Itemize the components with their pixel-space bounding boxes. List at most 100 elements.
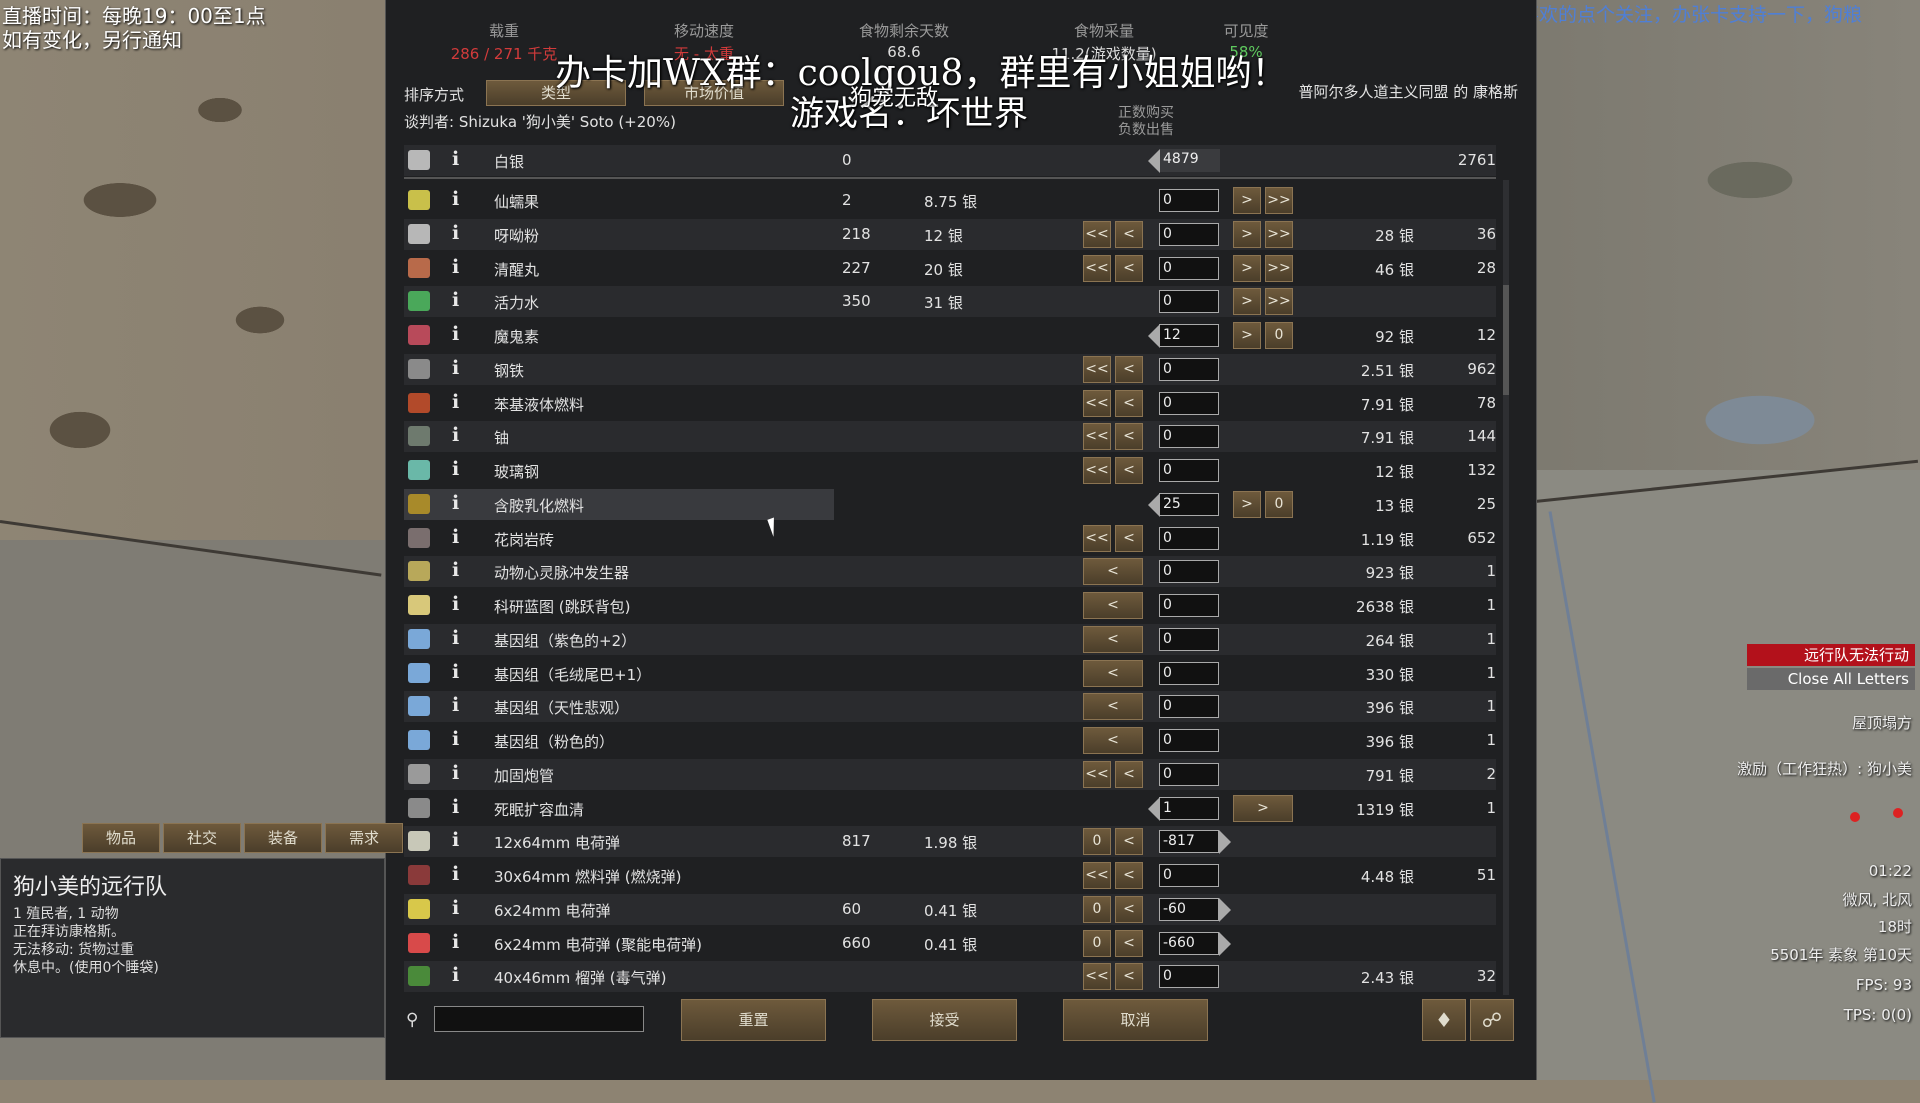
item-name: 基因组（天性悲观） [494, 699, 630, 718]
buy-one-button[interactable]: > [1233, 187, 1261, 214]
info-icon[interactable]: i [452, 762, 459, 784]
caravan-line1: 1 殖民者, 1 动物 [13, 906, 119, 922]
search-icon: ⚲ [406, 1010, 419, 1030]
trader-price: 28 银 [1375, 226, 1414, 245]
quantity-field[interactable]: -660 [1159, 931, 1219, 955]
trader-qty: 1 [1486, 798, 1496, 817]
info-icon[interactable]: i [452, 694, 459, 716]
sell-all-button[interactable]: 0 [1083, 929, 1111, 957]
item-icon [408, 426, 430, 447]
trader-price: 2.51 银 [1360, 361, 1414, 380]
info-icon[interactable]: i [452, 829, 459, 851]
buy-all-button[interactable]: >> [1265, 288, 1293, 316]
info-icon[interactable]: i [452, 458, 459, 480]
trade-row: i 清醒丸 227 20 银 << <0 > >> 46 银 28 [404, 253, 1496, 284]
info-icon[interactable]: i [452, 559, 459, 581]
reset-button[interactable]: 重置 [681, 999, 826, 1041]
scrollbar-thumb[interactable] [1503, 285, 1509, 395]
item-icon [408, 527, 430, 548]
quantity-field[interactable]: 0 [1159, 189, 1219, 212]
sell-all-button[interactable]: 0 [1083, 895, 1111, 923]
buy-all-button[interactable]: >> [1265, 187, 1293, 214]
item-count: 0 [842, 151, 852, 169]
info-icon[interactable]: i [452, 661, 459, 683]
info-icon[interactable]: i [452, 796, 459, 818]
trade-row: i 基因组（毛绒尾巴+1） <0 330 银1 [404, 658, 1496, 689]
item-icon [408, 561, 430, 582]
negotiator-label: 谈判者: Shizuka '狗小美' Soto (+20%) [404, 113, 676, 131]
scrollbar-track[interactable] [1503, 180, 1509, 995]
quantity-field[interactable]: -817 [1159, 830, 1219, 854]
trade-cart-icon[interactable]: ☍ [1470, 999, 1514, 1041]
info-icon[interactable]: i [452, 931, 459, 953]
inspiration-letter[interactable]: 激励（工作狂热）: 狗小美 [1737, 758, 1912, 779]
caravan-tab[interactable]: 装备 [244, 823, 322, 853]
info-icon[interactable]: i [452, 357, 459, 379]
search-input[interactable] [434, 1006, 644, 1032]
map-marker-icon [1893, 808, 1903, 818]
date: 5501年 素象 第10天 [1770, 946, 1912, 964]
trade-row: i 12x64mm 电荷弹 817 1.98 银 0 < -817 [404, 826, 1496, 858]
item-icon [408, 797, 430, 818]
item-count: 60 [842, 899, 862, 918]
trader-price: 46 银 [1375, 260, 1414, 279]
stat-label: 食物剩余天数 [858, 22, 949, 40]
info-icon[interactable]: i [452, 863, 459, 885]
item-name: 呀呦粉 [494, 226, 540, 245]
trade-row: i 基因组（天性悲观） <0 396 银1 [404, 691, 1496, 723]
info-icon[interactable]: i [452, 289, 459, 311]
info-icon[interactable]: i [452, 424, 459, 446]
gift-icon[interactable]: ♦ [1422, 999, 1466, 1041]
info-icon[interactable]: i [452, 728, 459, 750]
quantity-field[interactable]: 0 [1159, 290, 1219, 314]
info-icon[interactable]: i [452, 323, 459, 345]
trader-qty: 2761 [1457, 151, 1496, 169]
trader-price: 2.43 银 [1360, 969, 1414, 988]
info-icon[interactable]: i [452, 256, 459, 278]
silver-row: i 白银 0 4879 2761 [404, 145, 1496, 176]
trader-qty: 1 [1486, 697, 1496, 716]
caravan-alert[interactable]: 远行队无法行动 [1747, 644, 1915, 666]
info-icon[interactable]: i [452, 627, 459, 649]
item-icon [408, 358, 430, 379]
item-icon [408, 257, 430, 278]
cancel-button[interactable]: 取消 [1063, 999, 1208, 1041]
item-name: 基因组（毛绒尾巴+1） [494, 665, 652, 684]
info-icon[interactable]: i [452, 964, 459, 986]
quantity-field[interactable]: -60 [1159, 897, 1219, 921]
info-icon[interactable]: i [452, 492, 459, 514]
trader-qty: 1 [1486, 663, 1496, 682]
roof-collapse-letter[interactable]: 屋顶塌方 [1852, 712, 1912, 733]
caravan-line3: 无法移动: 货物过重 [13, 942, 135, 958]
info-icon[interactable]: i [452, 897, 459, 919]
close-all-letters-button[interactable]: Close All Letters [1747, 668, 1915, 690]
item-icon [408, 696, 430, 717]
item-name: 30x64mm 燃料弹 (燃烧弹) [494, 868, 682, 886]
info-icon[interactable]: i [452, 391, 459, 413]
item-price: 31 银 [924, 294, 963, 313]
caravan-tab[interactable]: 物品 [82, 823, 160, 853]
caravan-tab[interactable]: 需求 [325, 823, 403, 853]
sell-header: 负数出售 [1118, 122, 1174, 138]
sell-one-button[interactable]: < [1115, 895, 1143, 923]
item-name: 仙蠕果 [494, 193, 540, 211]
trade-row: i 6x24mm 电荷弹 60 0.41 银 0 < -60 [404, 893, 1496, 925]
info-icon[interactable]: i [452, 526, 459, 548]
sell-one-button[interactable]: < [1115, 828, 1143, 856]
info-icon[interactable]: i [452, 222, 459, 244]
info-icon[interactable]: i [452, 188, 459, 210]
caravan-line2: 正在拜访康格斯。 [13, 924, 125, 940]
sell-all-button[interactable]: 0 [1083, 828, 1111, 856]
item-name: 苯基液体燃料 [494, 395, 585, 414]
trade-row: i 加固炮管 << <0 791 银2 [404, 758, 1496, 790]
info-icon[interactable]: i [452, 148, 459, 170]
sell-one-button[interactable]: < [1115, 929, 1143, 957]
caravan-tab[interactable]: 社交 [163, 823, 241, 853]
info-icon[interactable]: i [452, 593, 459, 615]
trade-row: i 铀 << <0 7.91 银 144 [404, 421, 1496, 453]
buy-one-button[interactable]: > [1233, 288, 1261, 316]
accept-button[interactable]: 接受 [872, 999, 1017, 1041]
trader-price: 330 银 [1365, 665, 1414, 684]
item-icon [408, 291, 430, 312]
trader-price: 7.91 银 [1360, 429, 1414, 448]
